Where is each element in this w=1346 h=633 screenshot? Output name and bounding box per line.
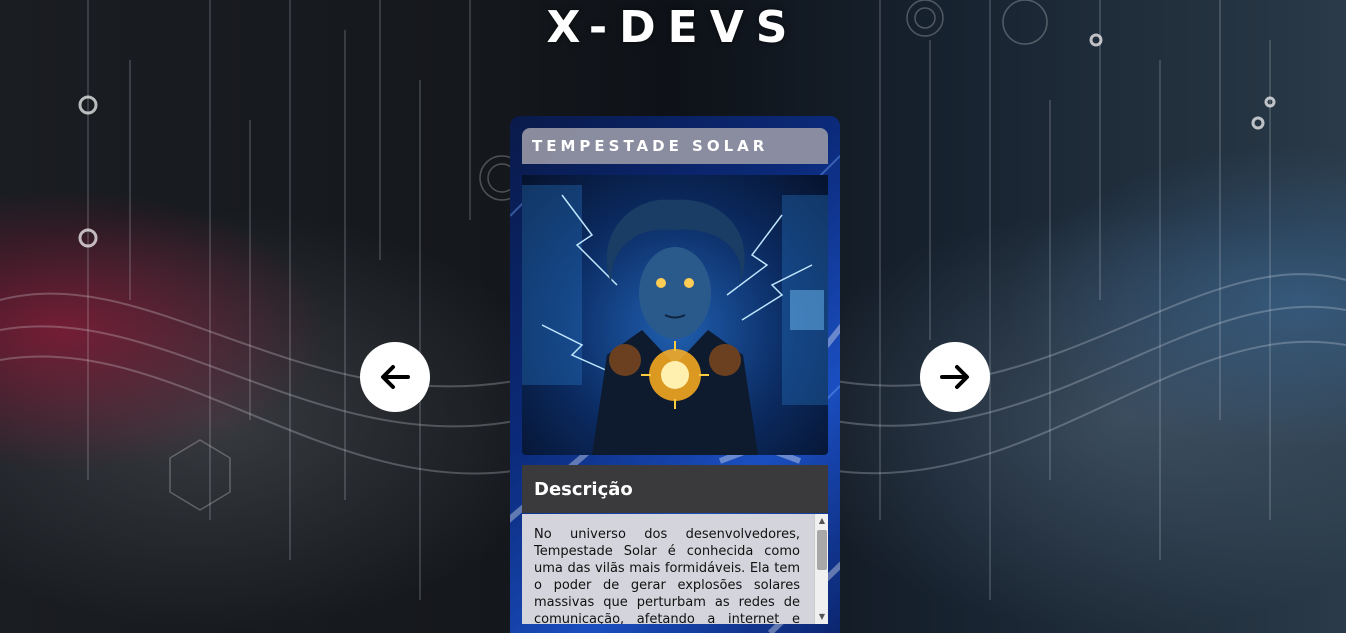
scroll-thumb[interactable] <box>817 530 827 570</box>
scroll-down-icon[interactable]: ▼ <box>815 610 828 624</box>
previous-button[interactable] <box>360 342 430 412</box>
description-heading: Descrição <box>534 478 633 500</box>
arrow-left-icon <box>381 365 410 389</box>
description-box[interactable]: No universo dos desenvolvedores, Tempest… <box>522 514 828 624</box>
description-scrollbar[interactable]: ▲ ▼ <box>814 514 828 624</box>
description-header: Descrição <box>522 465 828 513</box>
card-title: TEMPESTADE SOLAR <box>532 137 769 155</box>
character-illustration <box>522 185 828 455</box>
character-portrait <box>522 175 828 455</box>
card-title-bar: TEMPESTADE SOLAR <box>522 128 828 164</box>
arrow-right-icon <box>940 365 969 389</box>
description-text: No universo dos desenvolvedores, Tempest… <box>534 527 800 624</box>
scroll-up-icon[interactable]: ▲ <box>815 514 828 528</box>
next-button[interactable] <box>920 342 990 412</box>
character-card: TEMPESTADE SOLAR Descrição No universo d… <box>510 116 840 633</box>
site-title: X-DEVS <box>546 2 800 53</box>
